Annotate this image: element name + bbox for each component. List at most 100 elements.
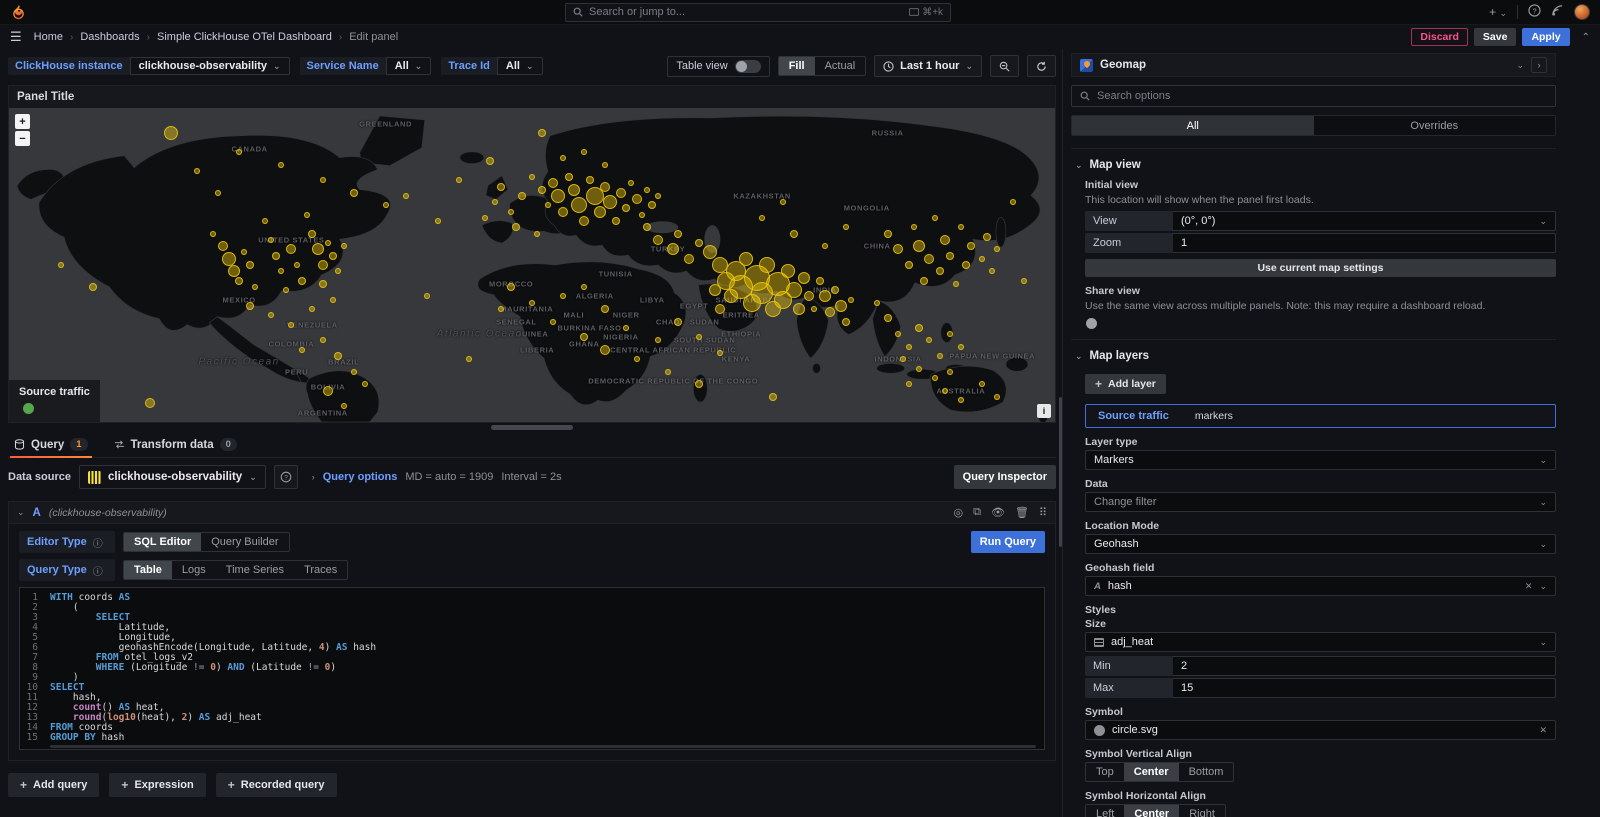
section-map-view-header[interactable]: ⌄ Map view [1071,157,1556,177]
query-type-logs[interactable]: Logs [172,561,216,579]
halign-right-option[interactable]: Right [1179,805,1225,817]
min-input[interactable] [1181,660,1547,672]
valign-top-option[interactable]: Top [1086,763,1124,781]
halign-left-option[interactable]: Left [1086,805,1124,817]
max-input[interactable] [1181,682,1547,694]
traffic-marker [798,272,810,284]
menu-icon[interactable]: ☰ [10,29,22,45]
use-current-map-settings-button[interactable]: Use current map settings [1085,259,1556,277]
grafana-logo-icon[interactable] [10,4,27,21]
tab-all[interactable]: All [1072,116,1314,135]
tab-overrides[interactable]: Overrides [1314,116,1556,135]
new-dropdown-button[interactable]: + ⌄ [1489,5,1507,19]
expression-button[interactable]: +Expression [109,773,205,797]
query-type-traces[interactable]: Traces [294,561,347,579]
layer-type-select[interactable]: Markers ⌄ [1085,450,1556,470]
geohash-field-select[interactable]: A hash ✕⌄ [1085,576,1556,596]
query-options-link[interactable]: Query options [323,471,398,483]
variable-value-dropdown[interactable]: clickhouse-observability⌄ [130,57,290,75]
data-select[interactable]: Change filter ⌄ [1085,492,1556,512]
options-search[interactable] [1071,85,1556,107]
traffic-marker [884,314,892,322]
query-row-header[interactable]: ⌄ A (clickhouse-observability) ◎ ⧉ 👁 🗑 ⠿ [9,502,1055,524]
symbol-select[interactable]: circle.svg ✕ [1085,720,1556,740]
chevron-up-icon[interactable]: ⌃ [1582,32,1590,43]
traffic-marker [341,243,347,249]
query-type-time-series[interactable]: Time Series [216,561,294,579]
tab-query[interactable]: Query 1 [10,434,92,457]
traffic-marker [424,293,430,299]
halign-center-option[interactable]: Center [1124,805,1179,817]
variable-value-dropdown[interactable]: All⌄ [497,57,543,75]
search-input[interactable] [589,6,903,18]
add-layer-button[interactable]: + Add layer [1085,374,1166,394]
zoom-out-time-button[interactable] [990,55,1019,77]
layer-item-source-traffic[interactable]: Source traffic markers [1085,404,1556,428]
variable-service-name: Service Name All⌄ [300,57,432,75]
sql-editor[interactable]: 1WITH coords AS2 (3 SELECT4 Latitude,5 L… [19,587,1045,750]
traffic-marker [565,173,573,181]
traffic-marker [319,280,327,288]
hide-response-icon[interactable]: 👁 [991,506,1005,519]
location-mode-select[interactable]: Geohash ⌄ [1085,534,1556,554]
global-search[interactable]: ⌘+k [565,3,951,22]
size-field-select[interactable]: adj_heat ⌄ [1085,632,1556,652]
tab-transform-data[interactable]: Transform data 0 [110,434,241,457]
query-type-table[interactable]: Table [124,561,172,579]
section-map-layers-header[interactable]: ⌄ Map layers [1071,348,1556,368]
discard-button[interactable]: Discard [1411,28,1468,46]
pane-resize-handle[interactable] [491,425,573,430]
clear-icon[interactable]: ✕ [1525,581,1533,592]
horizontal-scrollbar[interactable] [50,745,1036,748]
user-avatar[interactable] [1574,4,1590,20]
time-range-picker[interactable]: Last 1 hour ⌄ [874,55,982,77]
sql-editor-option[interactable]: SQL Editor [124,533,201,551]
breadcrumb-home[interactable]: Home [34,31,63,43]
help-icon[interactable]: ? [1528,4,1541,20]
query-inspector-button[interactable]: Query Inspector [954,465,1056,489]
map-zoom-out-button[interactable]: − [15,131,30,146]
add-query-button[interactable]: +Add query [8,773,99,797]
news-icon[interactable] [1551,4,1564,20]
options-search-input[interactable] [1097,90,1547,102]
info-icon[interactable]: ⓘ [93,563,103,578]
refresh-button[interactable] [1027,55,1056,77]
variable-value-dropdown[interactable]: All⌄ [386,57,432,75]
collapse-query-icon[interactable]: ⌄ [17,507,25,518]
collapse-pane-button[interactable]: › [1531,57,1547,73]
panel-header[interactable]: Panel Title [9,86,1055,108]
apply-button[interactable]: Apply [1522,28,1569,46]
search-shortcut: ⌘+k [909,7,943,18]
traffic-marker [816,277,824,285]
map-canvas[interactable]: GREENLANDRUSSIACANADAUNITED STATESMEXICO… [9,108,1055,422]
clear-icon[interactable]: ✕ [1539,725,1547,736]
view-select[interactable]: (0°, 0°) ⌄ [1173,211,1556,231]
vertical-scrollbar[interactable] [1059,397,1062,547]
info-icon[interactable]: ⓘ [93,535,103,550]
zoom-input[interactable] [1181,237,1547,249]
save-button[interactable]: Save [1474,28,1517,46]
drag-handle-icon[interactable]: ⠿ [1039,506,1047,519]
actual-option[interactable]: Actual [815,57,866,75]
clickhouse-icon [88,471,101,484]
table-view-toggle[interactable]: Table view [667,56,769,77]
run-query-button[interactable]: Run Query [971,531,1045,553]
map-attribution-button[interactable]: i [1037,404,1051,418]
traffic-marker [529,174,535,180]
breadcrumb-dashboard-name[interactable]: Simple ClickHouse OTel Dashboard [157,31,332,43]
visualization-picker[interactable]: Geomap ⌄ › [1071,53,1556,77]
query-builder-option[interactable]: Query Builder [201,533,288,551]
valign-bottom-option[interactable]: Bottom [1179,763,1234,781]
datasource-picker[interactable]: clickhouse-observability ⌄ [79,465,266,489]
toggle-switch[interactable] [735,60,761,73]
fill-option[interactable]: Fill [779,57,815,75]
recorded-query-button[interactable]: +Recorded query [216,773,337,797]
duplicate-query-icon[interactable]: ⧉ [973,506,981,519]
remove-query-icon[interactable]: 🗑 [1015,506,1029,519]
traffic-marker [946,252,954,260]
query-help-icon[interactable]: ◎ [954,506,964,519]
map-zoom-in-button[interactable]: + [15,114,30,129]
valign-center-option[interactable]: Center [1124,763,1179,781]
datasource-help-button[interactable]: ? [274,465,298,489]
breadcrumb-dashboards[interactable]: Dashboards [80,31,139,43]
